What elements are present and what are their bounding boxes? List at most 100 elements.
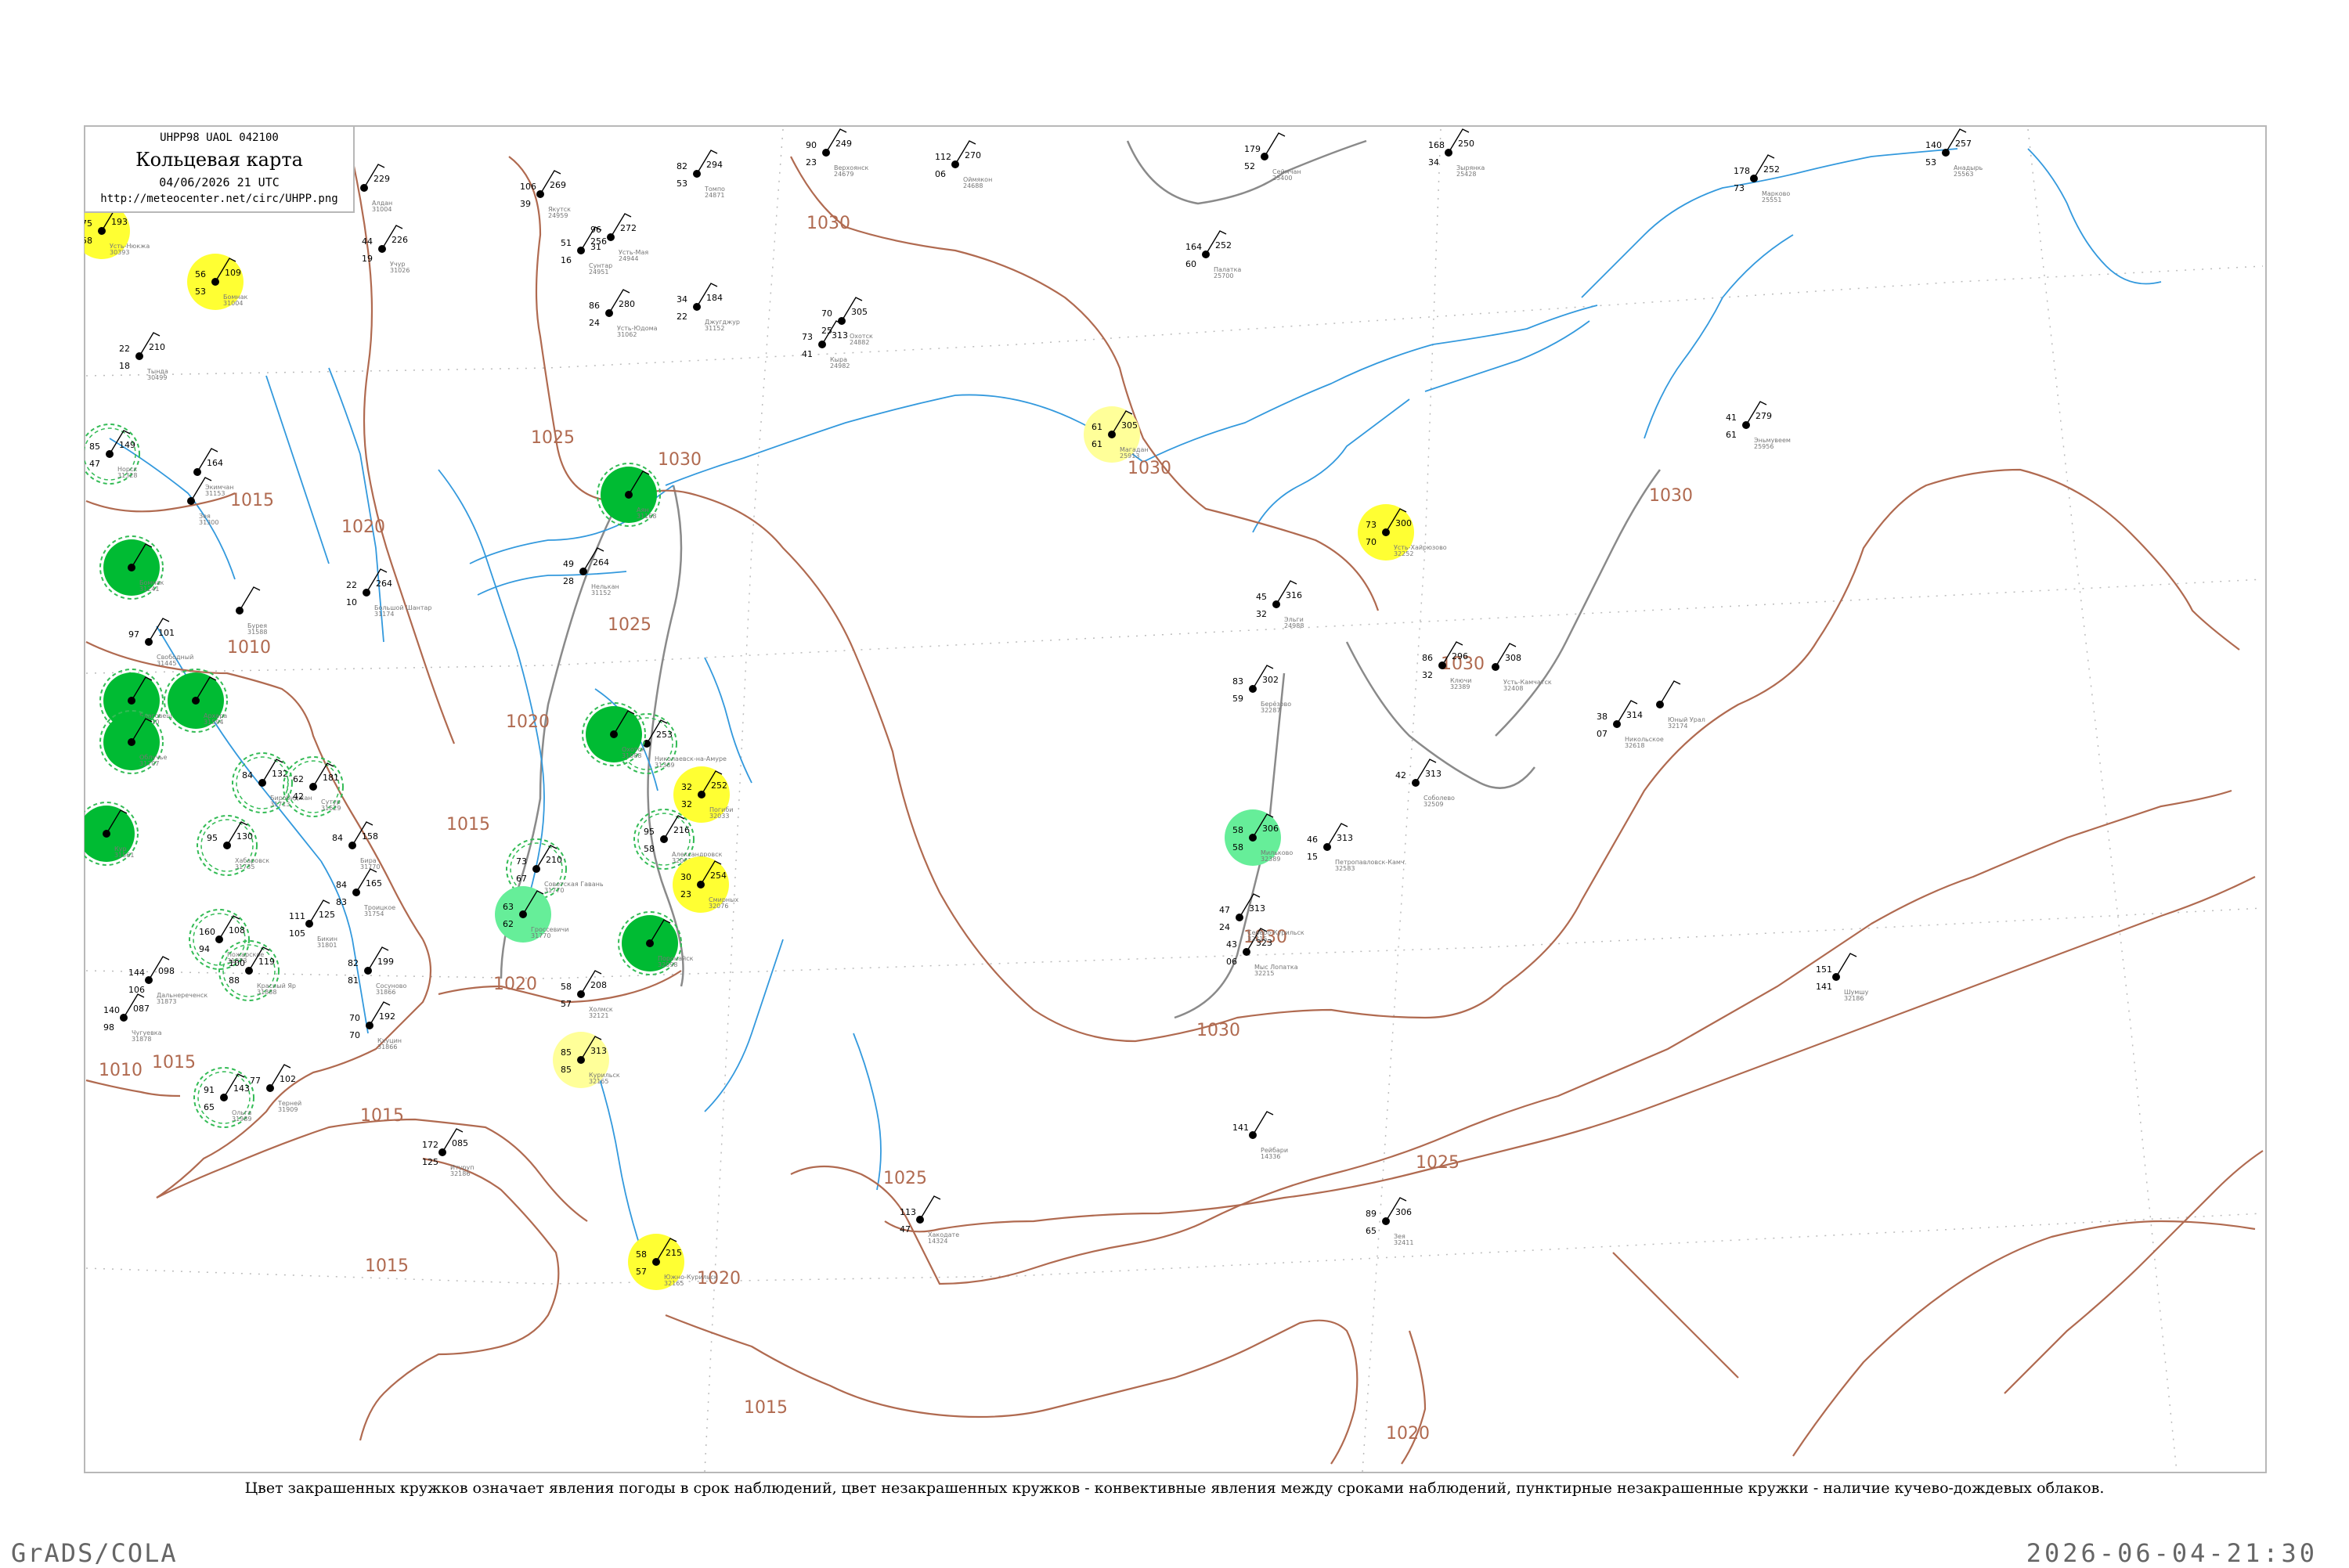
station-pressure: 253 (656, 730, 673, 740)
station-dewpoint: 65 (204, 1102, 215, 1112)
station-temperature: 47 (1219, 905, 1230, 915)
station-pressure: 279 (1755, 411, 1772, 421)
station-name: Гроссевичи (531, 926, 568, 933)
station-name: Хакодате (928, 1231, 959, 1238)
station-id: 31989 (232, 1116, 251, 1123)
station-model: 164 31153Экимчан (193, 448, 234, 497)
station-dewpoint: 62 (503, 919, 514, 929)
station-name: Поронайск (658, 955, 694, 962)
bulletin-code: UHPP98 UAOL 042100 (160, 132, 279, 144)
station-pressure: 216 (673, 825, 690, 835)
station-temperature: 85 (561, 1047, 572, 1058)
station-pressure: 085 (452, 1138, 468, 1148)
station-id: 32215 (1254, 970, 1274, 977)
isobar-label: 1020 (493, 975, 537, 994)
station-pressure: 314 (1626, 710, 1643, 720)
station-name: Бомнак (223, 294, 248, 301)
station-model: 42 313 32509Соболево (1395, 759, 1455, 808)
station-name: Джугджур (705, 319, 740, 326)
station-model: 89 65 306 32411Зея (1366, 1197, 1413, 1246)
isobar-label: 1030 (1649, 486, 1693, 506)
station-name: Алдан (372, 200, 392, 207)
station-name: Большой Шантар (374, 604, 432, 611)
station-id: 25563 (1954, 171, 1973, 178)
station-name: Мыс Лопатка (1254, 964, 1298, 971)
station-pressure: 294 (706, 160, 723, 170)
station-pressure: 108 (229, 925, 245, 935)
station-model: 179 52 25400Сеймчан (1244, 132, 1301, 182)
station-pressure: 249 (835, 139, 852, 149)
station-dewpoint: 32 (1422, 670, 1433, 680)
station-model: 308 32408Усть-Камчатск (1492, 643, 1552, 692)
station-dewpoint: 105 (289, 928, 305, 939)
station-temperature: 30 (680, 872, 691, 882)
station-temperature: 70 (349, 1013, 360, 1023)
station-id: 31152 (591, 589, 611, 597)
station-name: Южно-Курильск (664, 1274, 718, 1281)
station-model: 31241Бомнак (99, 535, 164, 600)
map-url[interactable]: http://meteocenter.net/circ/UHPP.png (85, 193, 353, 205)
station-name: Хабаровск (235, 857, 269, 864)
station-dewpoint: 24 (1219, 922, 1230, 932)
station-id: 25913 (1120, 452, 1139, 460)
station-dewpoint: 98 (103, 1022, 114, 1033)
station-id: 31873 (157, 998, 176, 1005)
station-temperature: 34 (677, 294, 687, 305)
station-temperature: 61 (1092, 422, 1102, 432)
station-pressure: 269 (550, 180, 566, 190)
station-dewpoint: 53 (677, 178, 687, 189)
station-name: Магадан (1120, 446, 1149, 453)
station-model: 140 98 087 31878Чугуевка (103, 993, 162, 1043)
station-dewpoint: 10 (346, 597, 357, 607)
wind-barb (919, 1195, 941, 1220)
station-id: 31445 (157, 660, 176, 667)
station-name: Сеймчан (1272, 168, 1301, 175)
station-model: 90 23 249 24679Верхоянск (806, 128, 869, 178)
station-id: 31152 (705, 325, 724, 332)
station-pressure: 119 (258, 957, 275, 967)
station-id: 32121 (589, 1012, 608, 1019)
station-model: 34 22 184 31152Джугджур (677, 283, 740, 332)
station-id: 31588 (247, 629, 267, 636)
station-id: 31866 (377, 1044, 397, 1051)
station-id: 32098 (658, 961, 677, 968)
station-id: 32618 (1625, 742, 1644, 749)
isobar-label: 1010 (227, 638, 271, 658)
station-id: 31168 (637, 513, 656, 520)
station-id: 32509 (1423, 801, 1443, 808)
station-name: Усть-Нюкжа (110, 243, 150, 250)
station-name: Итуруп (450, 1164, 474, 1171)
station-id: 24982 (830, 362, 850, 369)
station-id: 24944 (619, 255, 638, 262)
station-dewpoint: 67 (516, 874, 527, 884)
station-id: 31594 (204, 719, 223, 726)
station-name: Бикин (317, 935, 337, 943)
station-dewpoint: 47 (89, 459, 100, 469)
station-temperature: 82 (348, 958, 359, 968)
station-pressure: 252 (1215, 240, 1232, 251)
station-dewpoint: 61 (1726, 430, 1737, 440)
station-id: 31909 (278, 1106, 298, 1113)
station-id: 25700 (1214, 272, 1233, 279)
station-dewpoint: 18 (119, 361, 130, 371)
station-name: Оймякон (963, 176, 992, 183)
station-id: 32408 (1503, 685, 1523, 692)
station-dewpoint: 59 (1232, 694, 1243, 704)
station-dewpoint: 83 (336, 897, 347, 907)
wind-barb (1659, 680, 1681, 705)
station-pressure: 264 (593, 557, 609, 568)
station-name: Анадырь (1954, 164, 1983, 171)
isobar-label: 1010 (99, 1061, 143, 1080)
station-model: 141 14336Рейбари (1232, 1111, 1288, 1160)
station-name: Терней (277, 1100, 301, 1107)
station-dewpoint: 15 (1307, 852, 1318, 862)
station-model: 636231770Гроссевичи (495, 886, 568, 943)
station-model: 164 60 252 25700Палатка (1185, 230, 1241, 279)
station-id: 31770 (544, 887, 564, 894)
station-name: Кхуцин (377, 1037, 402, 1044)
station-name: Курильск (589, 1072, 620, 1079)
station-id: 32174 (1668, 723, 1687, 730)
station-name: Бира (360, 857, 377, 864)
station-model: 97 101 31445Свободный (128, 618, 193, 667)
station-pressure: 316 (1286, 590, 1302, 600)
